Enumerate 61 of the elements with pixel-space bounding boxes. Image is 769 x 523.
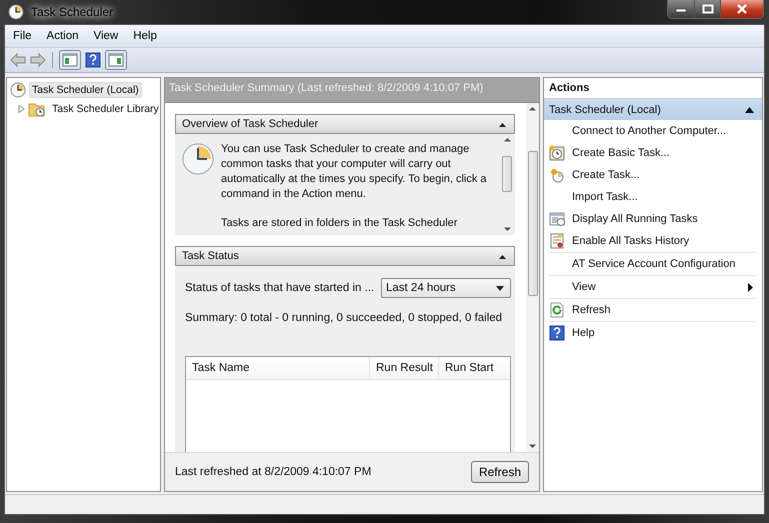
tree-item[interactable]: Task Scheduler Library <box>49 100 160 116</box>
tree-item[interactable]: Task Scheduler (Local) <box>29 82 142 98</box>
menu-item[interactable]: View <box>86 30 126 42</box>
section-header[interactable]: Task Status <box>175 246 515 266</box>
last-refreshed-text: Last refreshed at 8/2/2009 4:10:07 PM <box>175 466 372 478</box>
column-header[interactable]: Run Start <box>439 357 510 379</box>
help-icon[interactable] <box>85 52 101 68</box>
clock-icon <box>181 142 215 176</box>
command-link[interactable]: Help <box>549 322 756 344</box>
clock-icon <box>549 167 565 183</box>
summary-text: Summary: 0 total - 0 running, 0 succeeded, 0 stopped, 0 failed <box>185 312 504 324</box>
help-icon <box>549 325 565 341</box>
collapse-arrow-icon[interactable] <box>499 122 506 126</box>
command-link[interactable]: Display All Running Tasks <box>549 208 756 230</box>
maximize-button[interactable] <box>694 0 720 18</box>
command-link[interactable]: Create Task... <box>549 164 756 186</box>
scroll-up-arrow-icon[interactable] <box>504 137 510 142</box>
collapsed-arrow-icon[interactable] <box>18 104 25 112</box>
menu-item[interactable]: File <box>6 30 39 42</box>
time-range-dropdown[interactable]: Last 24 hours <box>381 278 511 298</box>
menu-item[interactable]: Action <box>40 30 86 42</box>
forward-arrow-icon[interactable] <box>30 53 46 67</box>
window-title: Task Scheduler <box>31 5 114 19</box>
action-group-header[interactable]: Task Scheduler (Local) <box>544 99 762 120</box>
folder-clock-icon <box>28 100 46 116</box>
calendar-clock-icon <box>549 145 565 161</box>
column-header[interactable]: Run Result <box>370 357 439 379</box>
command-link[interactable]: Import Task... <box>549 186 756 208</box>
minimize-button[interactable] <box>668 0 694 18</box>
command-link[interactable]: Enable All Tasks History <box>549 230 756 253</box>
scrollbar[interactable] <box>526 103 539 452</box>
command-link[interactable]: Create Basic Task... <box>549 142 756 164</box>
scroll-down-arrow-icon[interactable] <box>529 444 536 449</box>
menu-item[interactable]: Help <box>126 30 164 42</box>
back-arrow-icon[interactable] <box>10 53 26 67</box>
clock-icon <box>8 4 24 20</box>
scroll-down-arrow-icon[interactable] <box>504 227 510 232</box>
panel-icon[interactable] <box>59 50 81 70</box>
scroll-up-arrow-icon[interactable] <box>529 106 536 111</box>
maximize-icon <box>702 4 714 14</box>
close-icon <box>736 4 748 14</box>
notepad-icon <box>549 233 565 249</box>
window-clock-icon <box>549 211 565 227</box>
section-header[interactable]: Overview of Task Scheduler <box>175 114 515 134</box>
panel-icon[interactable] <box>105 50 127 70</box>
refresh-button[interactable]: Refresh <box>470 461 529 483</box>
command-link[interactable]: Refresh <box>549 299 756 322</box>
paragraph: Tasks are stored in folders in the Task Scheduler <box>221 216 458 231</box>
filter-label: Status of tasks that have started in ... <box>185 282 374 294</box>
paragraph: You can use Task Scheduler to create and manage common tasks that your computer will carry out automatically at the times you specify. To begin, click a command in the Action menu. <box>221 142 488 202</box>
command-link[interactable]: View <box>549 276 756 299</box>
close-button[interactable] <box>720 0 763 18</box>
submenu-arrow-icon <box>748 282 753 292</box>
command-link[interactable]: AT Service Account Configuration <box>549 253 756 276</box>
refresh-icon <box>549 302 565 318</box>
collapse-arrow-icon[interactable] <box>499 254 506 258</box>
dropdown-arrow-icon <box>496 286 504 290</box>
pane-header: Task Scheduler Summary (Last refreshed: 8/2/2009 4:10:07 PM) <box>165 78 539 103</box>
column-header[interactable]: Task Name <box>186 357 370 379</box>
clock-icon <box>10 82 26 98</box>
command-link[interactable]: Connect to Another Computer... <box>549 120 756 142</box>
